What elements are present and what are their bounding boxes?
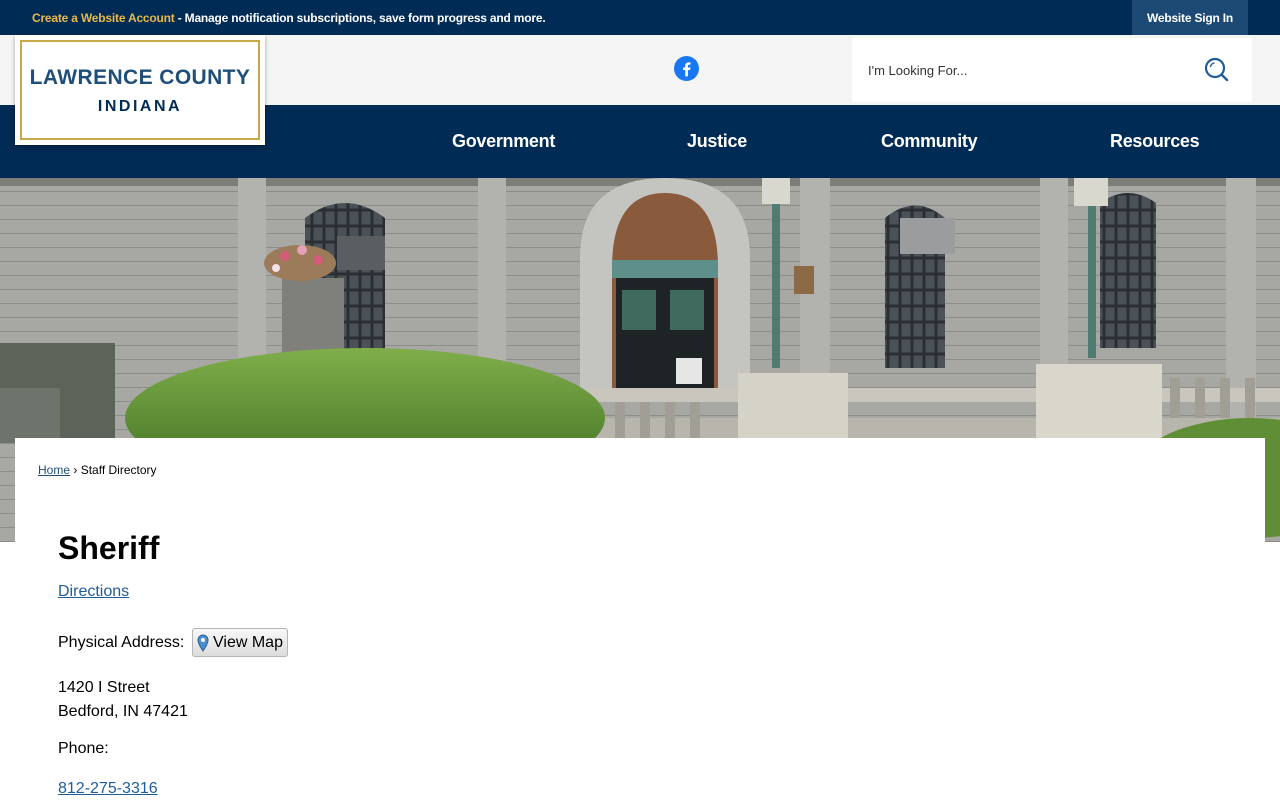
directions-link[interactable]: Directions xyxy=(58,583,129,601)
facebook-icon[interactable] xyxy=(674,56,699,81)
nav-item-government[interactable]: Government xyxy=(452,131,555,152)
account-message-text: - Manage notification subscriptions, sav… xyxy=(174,11,546,25)
address-street: 1420 I Street xyxy=(58,679,150,696)
top-bar: Create a Website Account - Manage notifi… xyxy=(0,0,1280,35)
logo-frame xyxy=(20,40,260,140)
search-box xyxy=(852,38,1252,102)
address-city: Bedford, IN 47421 xyxy=(58,703,188,720)
phone-link[interactable]: 812-275-3316 xyxy=(58,780,158,798)
page-title: Sheriff xyxy=(58,530,160,566)
create-account-link[interactable]: Create a Website Account xyxy=(32,11,175,25)
search-icon[interactable] xyxy=(1202,56,1230,84)
logo-title: LAWRENCE COUNTY xyxy=(29,66,251,89)
account-message: Create a Website Account - Manage notifi… xyxy=(32,11,546,25)
breadcrumb-home-link[interactable]: Home xyxy=(38,463,70,477)
content-panel: Home › Staff Directory Sheriff Direction… xyxy=(15,438,1265,800)
logo-subtitle: INDIANA xyxy=(97,98,183,115)
view-map-label: View Map xyxy=(213,633,283,651)
physical-address-label: Physical Address: xyxy=(58,634,185,651)
nav-item-justice[interactable]: Justice xyxy=(687,131,747,152)
breadcrumb-current: Staff Directory xyxy=(80,463,157,477)
breadcrumb: Home › Staff Directory xyxy=(38,463,157,477)
nav-item-resources[interactable]: Resources xyxy=(1110,131,1200,152)
breadcrumb-separator: › xyxy=(70,463,81,477)
nav-item-community[interactable]: Community xyxy=(881,131,978,152)
address-block: 1420 I Street Bedford, IN 47421 xyxy=(58,676,188,724)
search-input[interactable] xyxy=(868,58,1188,82)
county-logo[interactable]: LAWRENCE COUNTY INDIANA xyxy=(15,35,265,145)
map-pin-icon xyxy=(197,633,209,652)
phone-label: Phone: xyxy=(58,740,109,757)
sign-in-button[interactable]: Website Sign In xyxy=(1132,0,1248,35)
view-map-button[interactable]: View Map xyxy=(192,628,288,657)
